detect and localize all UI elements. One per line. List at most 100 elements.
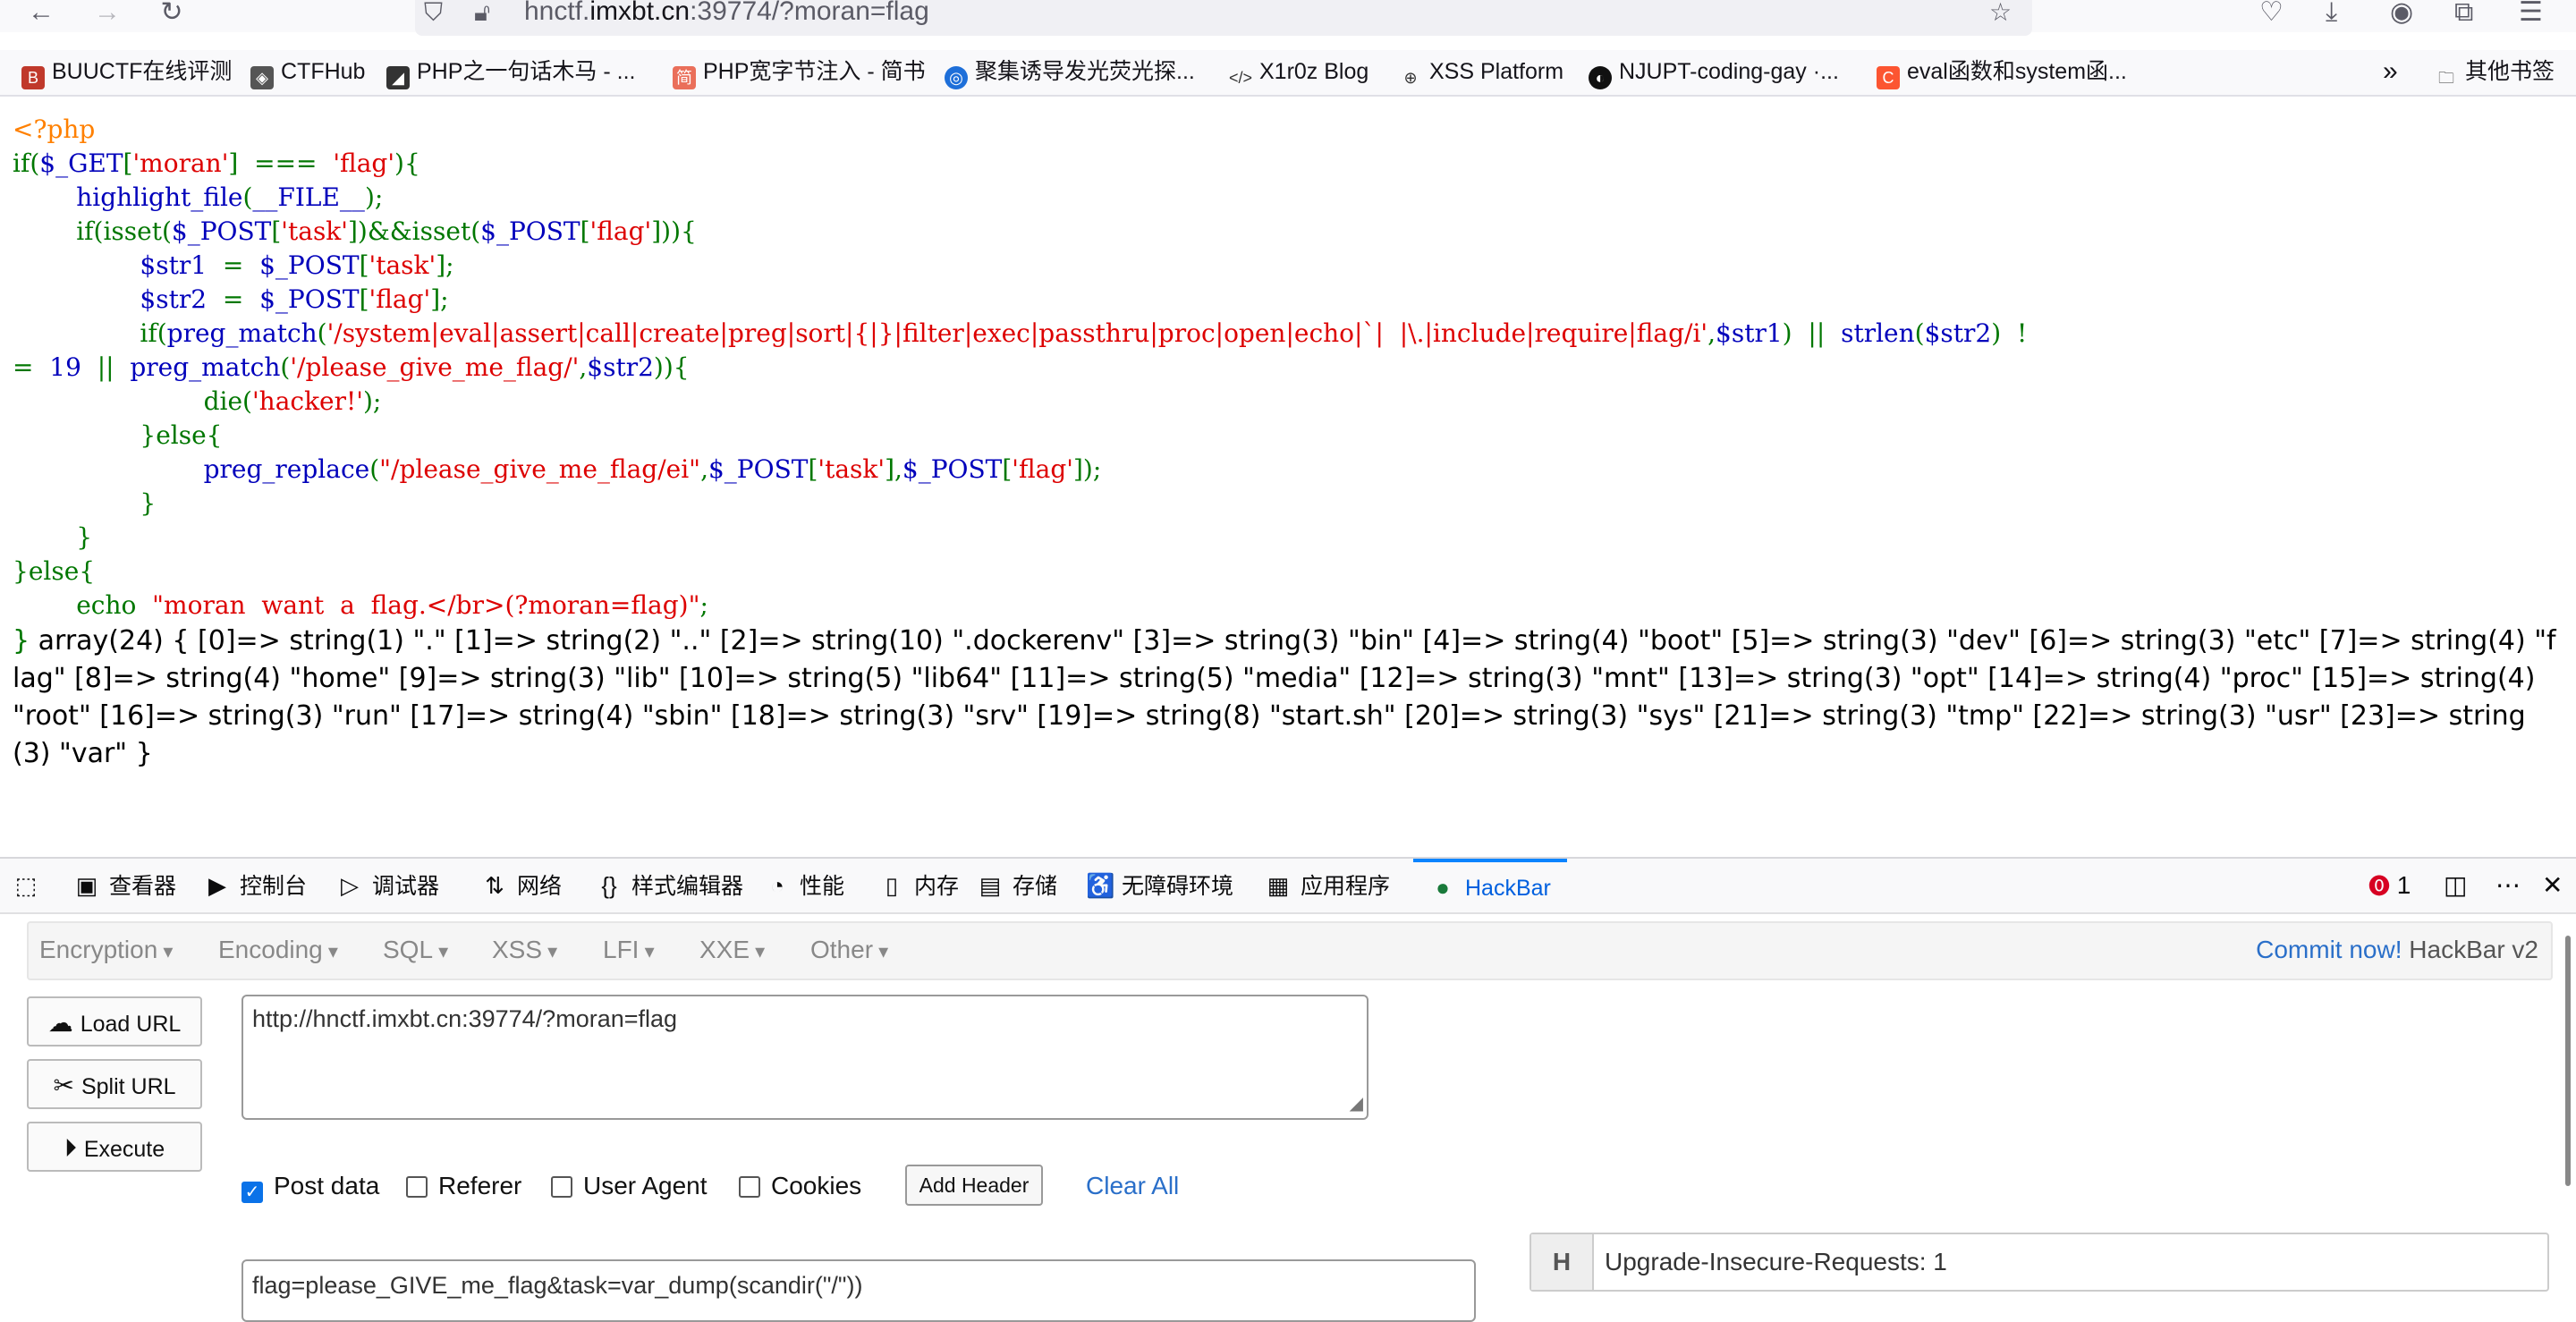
bookmark-xss-platform[interactable]: ⊕ XSS Platform [1399, 55, 1563, 88]
url-textarea[interactable]: http://hnctf.imxbt.cn:39774/?moran=flag … [242, 995, 1368, 1120]
devtools-tab-bar: ⬚ ▣ 查看器 ▶ 控制台 ▷ 调试器 ⇅ 网络 {} 样式编辑器 ◔ 性能 ▯ 内存 ▤ 存储 ♿ 无障碍环境 ▦ 应… [0, 857, 2576, 914]
post-data-checkbox[interactable]: ✓ Post data [242, 1170, 379, 1203]
code-token: 'flag' [333, 148, 395, 178]
code-token: [ [580, 216, 590, 246]
load-url-button[interactable]: ☁ Load URL [27, 996, 202, 1047]
code-token: ]; [430, 284, 449, 314]
url-text[interactable]: hnctf.imxbt.cn:39774/?moran=flag [524, 0, 929, 27]
other-bookmarks-folder[interactable]: 🗀︎ 其他书签 [2435, 55, 2555, 88]
hackbar-menu-encryption[interactable]: Encryption ▾ [39, 936, 173, 966]
debugger-icon: ▷ [341, 872, 359, 899]
reload-icon[interactable]: ↻ [154, 0, 190, 29]
bookmark-njupt[interactable]: ◐ NJUPT-coding-gay ·... [1589, 55, 1839, 89]
error-count-badge[interactable]: ⓿ 1 [2368, 871, 2411, 902]
download-icon[interactable]: ⤓ [2326, 0, 2337, 26]
code-token: ); [364, 182, 384, 212]
cookies-checkbox[interactable]: Cookies [739, 1170, 861, 1202]
hackbar-menu-xxe[interactable]: XXE ▾ [699, 936, 765, 966]
code-token: $str2 [140, 284, 223, 314]
back-icon[interactable]: ← [23, 0, 59, 29]
checkbox-icon [406, 1176, 428, 1198]
code-token: , [579, 352, 588, 382]
hackbar-menu-encoding[interactable]: Encoding ▾ [218, 936, 338, 966]
code-token: ])&&isset( [347, 216, 481, 246]
code-token: ( [242, 182, 253, 212]
code-token: 'flag' [369, 284, 431, 314]
devtools-tab-pick-element[interactable]: ⬚ [13, 859, 48, 912]
bookmark-fluorescence[interactable]: ◎ 聚集诱导发光荧光探... [945, 55, 1195, 89]
hackbar-menu-sql[interactable]: SQL ▾ [383, 936, 448, 966]
hackbar-menu-lfi[interactable]: LFI ▾ [603, 936, 655, 966]
code-token: , [1707, 318, 1716, 348]
pick-element-icon: ⬚ [14, 872, 38, 899]
dock-side-icon[interactable]: ◫ [2444, 871, 2467, 900]
hackbar-menu-other[interactable]: Other ▾ [810, 936, 888, 966]
devtools-tab-hackbar[interactable]: ● HackBar [1413, 859, 1567, 912]
panel-scrollbar[interactable] [2565, 936, 2571, 1186]
referer-checkbox[interactable]: Referer [406, 1170, 521, 1202]
user-agent-checkbox[interactable]: User Agent [551, 1170, 708, 1202]
devtools-tab-performance[interactable]: ◔ 性能 [764, 859, 844, 912]
devtools-tab-label: HackBar [1465, 876, 1551, 901]
header-value-input[interactable]: Upgrade-Insecure-Requests: 1 [1605, 1234, 1947, 1290]
pocket-icon[interactable]: ♡ [2259, 0, 2284, 26]
split-url-button[interactable]: ✂ Split URL [27, 1059, 202, 1109]
forward-icon[interactable]: → [89, 0, 125, 29]
chevron-down-icon: ▾ [542, 940, 558, 962]
storage-icon: ▤ [979, 872, 1002, 899]
devtools-tab-memory[interactable]: ▯ 内存 [878, 859, 959, 912]
more-options-icon[interactable]: ⋯ [2496, 871, 2521, 900]
commit-now-link[interactable]: Commit now! [2256, 936, 2402, 963]
devtools-tab-application[interactable]: ▦ 应用程序 [1265, 859, 1390, 912]
menu-label: XSS [492, 936, 543, 963]
bookmark-ctfhub[interactable]: ◈ CTFHub [250, 55, 365, 89]
resize-handle-icon[interactable]: ◢ [1350, 1092, 1363, 1114]
code-token: preg_replace [203, 454, 370, 484]
devtools-tab-accessibility[interactable]: ♿ 无障碍环境 [1086, 859, 1233, 912]
code-token: = [13, 352, 50, 382]
shield-icon[interactable]: ⛉ [424, 0, 443, 25]
code-line: die('hacker!'); [13, 385, 2562, 419]
close-devtools-icon[interactable]: ✕ [2542, 871, 2563, 900]
devtools-tab-style-editor[interactable]: {} 样式编辑器 [596, 859, 743, 912]
code-token: || [97, 352, 131, 382]
devtools-tab-console[interactable]: ▶ 控制台 [204, 859, 307, 912]
account-icon[interactable]: ◉ [2390, 0, 2413, 26]
menu-label: SQL [383, 936, 434, 963]
devtools-tab-storage[interactable]: ▤ 存储 [977, 859, 1057, 912]
code-token: [ [808, 454, 818, 484]
star-icon[interactable]: ☆ [1989, 0, 2012, 25]
code-token: ], [885, 454, 902, 484]
insecure-lock-icon[interactable]: 🔓︎ [474, 0, 490, 25]
code-line: if(isset($_POST['task'])&&isset($_POST['… [13, 215, 2562, 249]
bookmark-php-injection[interactable]: 简 PHP宽字节注入 - 简书 [673, 55, 926, 89]
code-token: 'task' [281, 216, 348, 246]
address-bar[interactable]: ⛉ 🔓︎ hnctf.imxbt.cn:39774/?moran=flag ☆ [415, 0, 2032, 36]
github-icon: ◐ [1589, 66, 1612, 89]
code-token: 'hacker!' [251, 386, 363, 416]
extensions-icon[interactable]: ⧉ [2454, 0, 2473, 26]
chevron-down-icon: ▾ [157, 940, 174, 962]
execute-button[interactable]: ⏵ Execute [27, 1122, 202, 1172]
csdn-icon: C [1877, 66, 1900, 89]
bookmarks-overflow-button[interactable]: » [2383, 55, 2398, 88]
hackbar-menu-xss[interactable]: XSS ▾ [492, 936, 557, 966]
add-header-button[interactable]: Add Header [905, 1165, 1043, 1206]
devtools-tab-inspector[interactable]: ▣ 查看器 [73, 859, 176, 912]
code-token: $_POST [902, 454, 1003, 484]
bookmark-x1r0z-blog[interactable]: </> X1r0z Blog [1229, 55, 1368, 88]
bookmark-php-trojan[interactable]: ◢ PHP之一句话木马 - ... [386, 55, 635, 89]
memory-icon: ▯ [885, 872, 899, 899]
bookmark-buuctf[interactable]: B BUUCTF在线评测 [21, 55, 232, 89]
devtools-tab-debugger[interactable]: ▷ 调试器 [336, 859, 439, 912]
header-row: H Upgrade-Insecure-Requests: 1 [1530, 1233, 2549, 1292]
code-token: ( [1914, 318, 1925, 348]
bookmark-eval-system[interactable]: Ceval函数和system函... [1877, 55, 2127, 89]
devtools-tab-label: 控制台 [240, 874, 308, 899]
header-toggle-button[interactable]: H [1531, 1234, 1594, 1290]
code-token: } [13, 488, 157, 518]
clear-all-link[interactable]: Clear All [1086, 1170, 1179, 1202]
jianshu-icon: 简 [673, 66, 696, 89]
devtools-tab-network[interactable]: ⇅ 网络 [481, 859, 562, 912]
menu-icon[interactable]: ☰ [2519, 0, 2543, 26]
